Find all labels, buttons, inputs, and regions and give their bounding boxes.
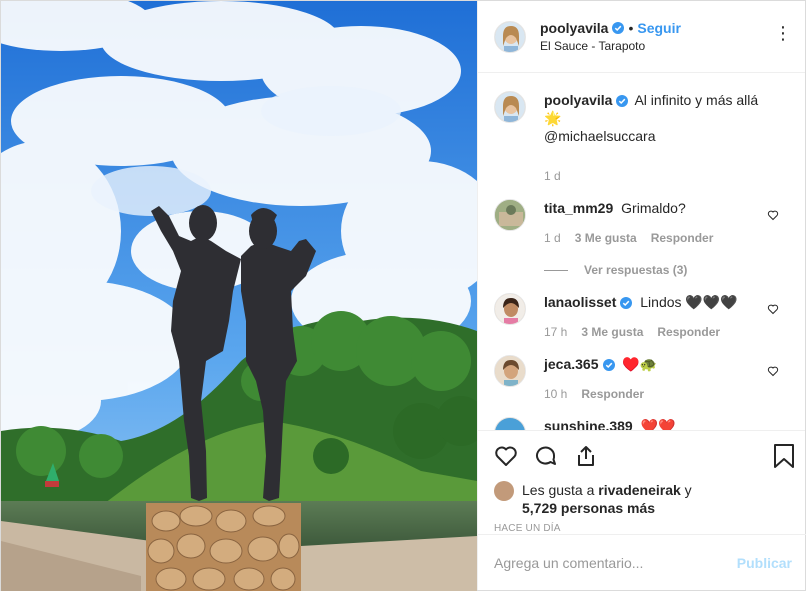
caption-username[interactable]: poolyavila <box>544 92 612 108</box>
liker-avatar[interactable] <box>494 481 514 501</box>
replies-line <box>544 269 568 271</box>
caption-mention[interactable]: @michaelsuccara <box>544 128 655 144</box>
post-sidebar: poolyavila • Seguir El Sauce - Tarapoto … <box>477 1 806 590</box>
avatar-image <box>495 294 525 324</box>
author-avatar[interactable] <box>494 20 526 53</box>
view-replies-label: Ver respuestas (3) <box>584 263 688 277</box>
verified-icon <box>612 21 625 34</box>
comment-likes[interactable]: 3 Me gusta <box>575 229 637 247</box>
comment-time[interactable]: 1 d <box>544 229 561 247</box>
comment-body: lanaolisset Lindos 🖤🖤🖤 17 h 3 Me gusta R… <box>544 293 774 341</box>
comment-body: jeca.365 ♥️🐢 10 h Responder <box>544 355 774 403</box>
comment-item: tita_mm29 Grimaldo? 1 d 3 Me gusta Respo… <box>494 199 789 279</box>
post-photo[interactable] <box>1 1 477 591</box>
comment-time[interactable]: 10 h <box>544 385 567 403</box>
comment-time[interactable]: 17 h <box>544 323 567 341</box>
publish-button[interactable]: Publicar <box>737 555 792 571</box>
reply-button[interactable]: Responder <box>651 229 714 247</box>
post-time-ago[interactable]: HACE UN DÍA <box>494 523 789 534</box>
comment-icon[interactable] <box>534 444 558 468</box>
verified-icon <box>602 359 615 372</box>
comment-text: Lindos 🖤🖤🖤 <box>640 294 738 310</box>
comment-username[interactable]: lanaolisset <box>544 294 616 310</box>
comment-text: Grimaldo? <box>621 200 686 216</box>
likes-prefix: Les gusta a <box>522 482 595 498</box>
location-link[interactable]: El Sauce - Tarapoto <box>540 37 681 55</box>
comment-text: ❤️❤️ <box>640 418 676 430</box>
comment-username[interactable]: tita_mm29 <box>544 200 613 216</box>
comment-meta: 17 h 3 Me gusta Responder <box>544 323 774 341</box>
comment-body: sunshine.389 ❤️❤️ <box>544 417 774 430</box>
comment-avatar[interactable] <box>494 417 526 430</box>
avatar-image <box>495 418 525 430</box>
comment-input[interactable] <box>494 554 724 571</box>
comment-avatar[interactable] <box>494 293 526 325</box>
likes-conj: y <box>684 482 692 498</box>
comment-item: lanaolisset Lindos 🖤🖤🖤 17 h 3 Me gusta R… <box>494 293 789 341</box>
post-header: poolyavila • Seguir El Sauce - Tarapoto … <box>478 1 805 73</box>
likes-summary: Les gusta a rivadeneirak y 5,729 persona… <box>494 481 789 517</box>
caption-avatar[interactable] <box>494 91 526 123</box>
comment-item: jeca.365 ♥️🐢 10 h Responder <box>494 355 789 403</box>
caption-time[interactable]: 1 d <box>544 167 561 185</box>
liker-username[interactable]: rivadeneirak <box>598 482 681 498</box>
header-row: poolyavila • Seguir <box>540 19 681 37</box>
comment-like-icon[interactable] <box>767 365 779 377</box>
caption-body: poolyavila Al infinito y más allá 🌟 @mich… <box>544 91 774 185</box>
comment-text: ♥️🐢 <box>622 356 658 372</box>
comment-likes[interactable]: 3 Me gusta <box>581 323 643 341</box>
add-comment-bar: Publicar <box>478 534 806 590</box>
verified-icon <box>616 95 629 108</box>
author-username[interactable]: poolyavila <box>540 19 608 37</box>
more-options-icon[interactable]: ⋮ <box>774 24 793 42</box>
separator-dot: • <box>628 19 634 36</box>
comment-meta: 1 d 3 Me gusta Responder <box>544 229 774 247</box>
reply-button[interactable]: Responder <box>581 385 644 403</box>
bookmark-icon[interactable] <box>773 443 795 469</box>
comment-item: sunshine.389 ❤️❤️ <box>494 417 789 430</box>
comment-username[interactable]: sunshine.389 <box>544 418 633 430</box>
comment-avatar[interactable] <box>494 199 526 231</box>
likes-count[interactable]: 5,729 personas más <box>522 500 655 516</box>
comment-meta: 10 h Responder <box>544 385 774 403</box>
view-replies[interactable]: Ver respuestas (3) <box>544 261 774 279</box>
follow-button[interactable]: Seguir <box>637 19 681 37</box>
avatar-image <box>495 200 525 230</box>
avatar-image <box>495 21 525 52</box>
comment-avatar[interactable] <box>494 355 526 387</box>
comments-list[interactable]: poolyavila Al infinito y más allá 🌟 @mich… <box>478 73 805 430</box>
avatar-image <box>495 92 525 122</box>
heart-icon[interactable] <box>494 444 518 468</box>
comment-like-icon[interactable] <box>767 209 779 221</box>
caption-meta: 1 d <box>544 167 774 185</box>
header-text: poolyavila • Seguir El Sauce - Tarapoto <box>540 19 681 55</box>
comment-body: tita_mm29 Grimaldo? 1 d 3 Me gusta Respo… <box>544 199 774 279</box>
verified-icon <box>620 297 633 310</box>
caption: poolyavila Al infinito y más allá 🌟 @mich… <box>494 91 789 185</box>
action-icons <box>494 441 789 471</box>
avatar-image <box>495 356 525 386</box>
share-icon[interactable] <box>574 444 598 468</box>
reply-button[interactable]: Responder <box>657 323 720 341</box>
likes-text: Les gusta a rivadeneirak y 5,729 persona… <box>522 481 692 517</box>
comment-like-icon[interactable] <box>767 303 779 315</box>
comment-username[interactable]: jeca.365 <box>544 356 599 372</box>
photo-scene <box>1 1 477 591</box>
post-container: poolyavila • Seguir El Sauce - Tarapoto … <box>0 0 806 591</box>
